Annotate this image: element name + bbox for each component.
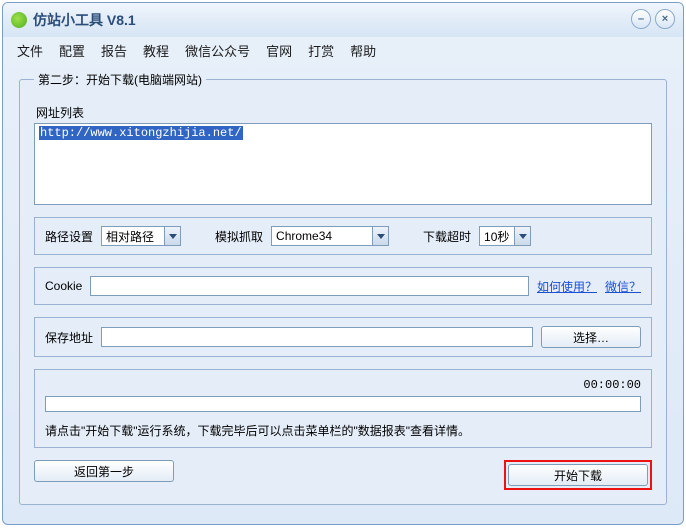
how-to-use-link[interactable]: 如何使用？ xyxy=(537,278,597,295)
menubar: 文件 配置 报告 教程 微信公众号 官网 打赏 帮助 xyxy=(3,37,683,63)
path-select[interactable]: 相对路径 xyxy=(101,226,181,246)
highlight-box: 开始下载 xyxy=(504,460,652,490)
menu-website[interactable]: 官网 xyxy=(266,41,292,60)
options-panel: 路径设置 相对路径 模拟抓取 Chrome34 下载超时 10秒 xyxy=(34,217,652,255)
wechat-link[interactable]: 微信？ xyxy=(605,278,641,295)
path-value: 相对路径 xyxy=(102,228,164,245)
grab-label: 模拟抓取 xyxy=(215,228,263,245)
path-label: 路径设置 xyxy=(45,228,93,245)
menu-config[interactable]: 配置 xyxy=(59,41,85,60)
url-list-label: 网址列表 xyxy=(36,104,652,121)
timeout-label: 下载超时 xyxy=(423,228,471,245)
titlebar: 仿站小工具 V8.1 – × xyxy=(3,3,683,37)
minimize-button[interactable]: – xyxy=(631,9,651,29)
chevron-down-icon xyxy=(372,227,388,245)
progress-panel: 00:00:00 请点击"开始下载"运行系统，下载完毕后可以点击菜单栏的"数据报… xyxy=(34,369,652,448)
chevron-down-icon xyxy=(164,227,180,245)
cookie-label: Cookie xyxy=(45,279,82,293)
back-button[interactable]: 返回第一步 xyxy=(34,460,174,482)
step-group: 第二步：开始下载(电脑端网站) 网址列表 http://www.xitongzh… xyxy=(19,71,667,505)
step-legend: 第二步：开始下载(电脑端网站) xyxy=(34,71,206,88)
app-title: 仿站小工具 V8.1 xyxy=(33,10,136,30)
menu-donate[interactable]: 打赏 xyxy=(308,41,334,60)
menu-wechat[interactable]: 微信公众号 xyxy=(185,41,250,60)
hint-text: 请点击"开始下载"运行系统，下载完毕后可以点击菜单栏的"数据报表"查看详情。 xyxy=(45,422,641,439)
save-path-input[interactable] xyxy=(101,327,533,347)
start-download-button[interactable]: 开始下载 xyxy=(508,464,648,486)
chevron-down-icon xyxy=(514,227,530,245)
timeout-value: 10秒 xyxy=(480,228,514,245)
bottom-buttons: 返回第一步 开始下载 xyxy=(34,460,652,490)
app-icon xyxy=(11,12,27,28)
cookie-input[interactable] xyxy=(90,276,529,296)
save-label: 保存地址 xyxy=(45,329,93,346)
cookie-panel: Cookie 如何使用？ 微信？ xyxy=(34,267,652,305)
elapsed-timer: 00:00:00 xyxy=(45,378,641,392)
window-controls: – × xyxy=(631,9,675,29)
close-button[interactable]: × xyxy=(655,9,675,29)
menu-report[interactable]: 报告 xyxy=(101,41,127,60)
menu-tutorial[interactable]: 教程 xyxy=(143,41,169,60)
save-panel: 保存地址 选择… xyxy=(34,317,652,357)
menu-file[interactable]: 文件 xyxy=(17,41,43,60)
grab-select[interactable]: Chrome34 xyxy=(271,226,389,246)
grab-value: Chrome34 xyxy=(272,229,372,243)
menu-help[interactable]: 帮助 xyxy=(350,41,376,60)
content: 第二步：开始下载(电脑端网站) 网址列表 http://www.xitongzh… xyxy=(3,63,683,517)
app-window: 仿站小工具 V8.1 – × 文件 配置 报告 教程 微信公众号 官网 打赏 帮… xyxy=(2,2,684,525)
timeout-select[interactable]: 10秒 xyxy=(479,226,531,246)
progress-bar xyxy=(45,396,641,412)
url-list-input[interactable]: http://www.xitongzhijia.net/ xyxy=(34,123,652,205)
url-value: http://www.xitongzhijia.net/ xyxy=(39,126,243,140)
browse-button[interactable]: 选择… xyxy=(541,326,641,348)
